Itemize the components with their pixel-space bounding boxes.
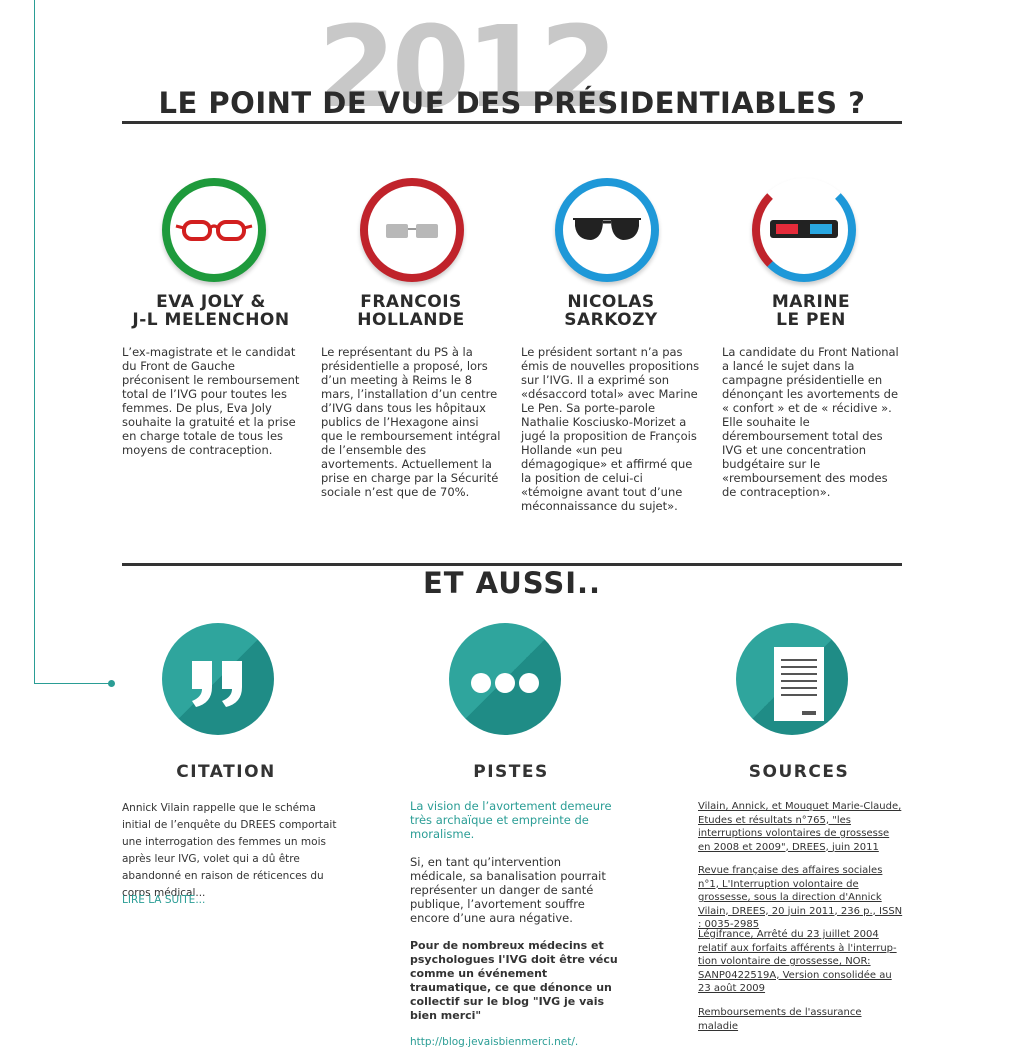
source-link[interactable]: Remboursements de l'assurance maladie <box>698 1006 904 1033</box>
pistes-title: PISTES <box>473 762 549 782</box>
candidate-name: MARINE LE PEN <box>771 292 851 330</box>
candidate-name: FRANCOIS HOLLANDE <box>357 292 465 330</box>
section-title: ET AUSSI.. <box>422 566 602 600</box>
sources-title: SOURCES <box>748 762 850 782</box>
page-title: LE POINT DE VUE DES PRÉSIDENTIABLES ? <box>158 86 866 120</box>
pistes-paragraph: Si, en tant qu’intervention médicale, sa… <box>410 855 606 925</box>
pistes-bold-text: Pour de nombreux médecins et psychologue… <box>410 939 618 1022</box>
3d-glasses-icon <box>770 220 838 238</box>
candidate-name: NICOLAS SARKOZY <box>564 292 658 330</box>
timeline-dot <box>108 680 115 687</box>
citation-badge <box>162 623 274 735</box>
citation-text: Annick Vilain rappelle que le schéma ini… <box>122 802 337 899</box>
quote-icon <box>192 661 242 707</box>
title-rule <box>122 121 902 124</box>
candidate-text: L’ex-magistrate et le candidat du Front … <box>122 345 300 457</box>
source-link[interactable]: Légifrance, Arrêté du 23 juillet 2004 re… <box>698 928 904 996</box>
candidate-avatar <box>555 178 659 282</box>
read-more-link[interactable]: LIRE LA SUITE... <box>122 893 272 908</box>
source-link[interactable]: Revue française des affaires sociales n°… <box>698 864 904 932</box>
aviator-sunglasses-icon <box>573 218 641 240</box>
timeline-line <box>34 0 35 684</box>
candidate-name: EVA JOLY & J-L MELENCHON <box>132 292 290 330</box>
blog-link[interactable]: http://blog.jevaisbienmerci.net/. <box>410 1036 620 1048</box>
candidate-avatar <box>162 178 266 282</box>
timeline-connector <box>34 683 110 684</box>
candidate-text: La candidate du Front National a lancé l… <box>722 345 899 499</box>
document-icon <box>774 647 824 721</box>
candidate-text: Le président sortant n’a pas émis de nou… <box>521 345 700 513</box>
source-link[interactable]: Vilain, Annick, et Mouquet Marie-Claude,… <box>698 800 904 854</box>
candidate-avatar <box>360 178 464 282</box>
sources-badge <box>736 623 848 735</box>
pistes-badge <box>449 623 561 735</box>
rectangular-glasses-icon <box>386 224 438 238</box>
citation-title: CITATION <box>176 762 276 782</box>
red-glasses-icon <box>175 220 253 241</box>
candidate-avatar <box>752 178 856 282</box>
pistes-intro: La vision de l’avortement demeure très a… <box>410 799 612 841</box>
ellipsis-icon <box>471 673 539 693</box>
candidate-text: Le représentant du PS à la présidentiell… <box>321 345 501 499</box>
